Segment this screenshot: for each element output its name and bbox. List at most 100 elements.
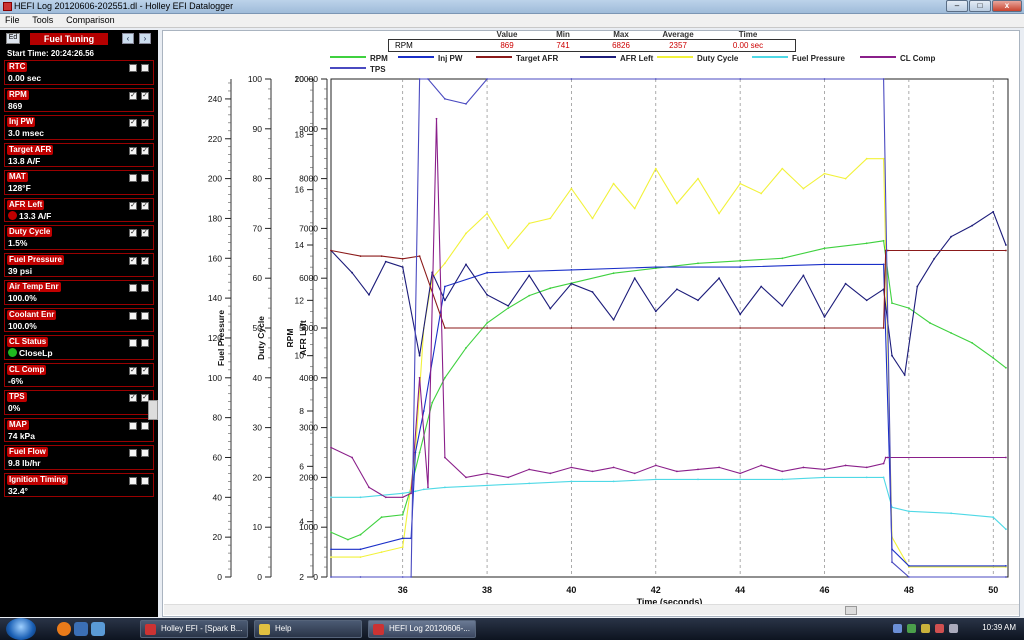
menu-file[interactable]: File bbox=[0, 14, 25, 25]
graph-checkbox[interactable] bbox=[141, 476, 149, 485]
task-hefi-log[interactable]: HEFI Log 20120606-... bbox=[368, 620, 476, 638]
param-cl-status[interactable]: CL Status CloseLp bbox=[4, 335, 154, 360]
display-checkbox[interactable] bbox=[129, 64, 137, 72]
display-checkbox[interactable]: ✓ bbox=[129, 146, 137, 155]
param-value: 74 kPa bbox=[8, 431, 35, 441]
display-checkbox[interactable]: ✓ bbox=[129, 394, 137, 402]
legend-item[interactable]: Target AFR bbox=[476, 54, 558, 65]
display-checkbox[interactable]: ✓ bbox=[129, 201, 137, 210]
data-point bbox=[908, 565, 910, 567]
param-rtc[interactable]: RTC 0.00 sec bbox=[4, 60, 154, 85]
param-air-temp-enr[interactable]: Air Temp Enr 100.0% bbox=[4, 280, 154, 305]
ie-icon[interactable] bbox=[74, 622, 88, 636]
graph-checkbox[interactable]: ✓ bbox=[141, 91, 149, 100]
volume-icon[interactable] bbox=[949, 624, 958, 633]
param-cl-comp[interactable]: CL Comp -6% ✓ ✓ bbox=[4, 362, 154, 387]
graph-checkbox[interactable] bbox=[141, 339, 149, 347]
display-checkbox[interactable] bbox=[129, 421, 137, 430]
y-tick-label: 0 bbox=[257, 572, 262, 582]
next-arrow-icon[interactable]: › bbox=[139, 33, 151, 44]
security-icon[interactable] bbox=[921, 624, 930, 633]
network-icon[interactable] bbox=[907, 624, 916, 633]
graph-checkbox[interactable] bbox=[141, 311, 149, 320]
param-inj-pw[interactable]: Inj PW 3.0 msec ✓ ✓ bbox=[4, 115, 154, 140]
horizontal-scrollbar[interactable] bbox=[164, 604, 1019, 615]
graph-checkbox[interactable]: ✓ bbox=[141, 146, 149, 155]
graph-checkbox[interactable]: ✓ bbox=[141, 366, 149, 375]
display-checkbox[interactable]: ✓ bbox=[129, 229, 137, 237]
graph-checkbox[interactable] bbox=[141, 284, 149, 292]
sidebar-scrollbar[interactable] bbox=[148, 400, 158, 420]
scroll-thumb[interactable] bbox=[845, 606, 857, 615]
param-duty-cycle[interactable]: Duty Cycle 1.5% ✓ ✓ bbox=[4, 225, 154, 250]
graph-checkbox[interactable] bbox=[141, 174, 149, 182]
display-checkbox[interactable] bbox=[129, 174, 137, 182]
graph-checkbox[interactable] bbox=[141, 64, 149, 72]
y-tick-label: 0 bbox=[313, 572, 318, 582]
task-holley-efi[interactable]: Holley EFI - [Spark B... bbox=[140, 620, 248, 638]
data-point bbox=[865, 299, 868, 302]
data-point bbox=[486, 322, 488, 324]
firefox-icon[interactable] bbox=[57, 622, 71, 636]
param-afr-left[interactable]: AFR Left 13.3 A/F ✓ ✓ bbox=[4, 197, 154, 222]
display-checkbox[interactable] bbox=[129, 476, 137, 485]
graph-checkbox[interactable] bbox=[141, 449, 149, 457]
param-target-afr[interactable]: Target AFR 13.8 A/F ✓ ✓ bbox=[4, 142, 154, 167]
legend-swatch bbox=[476, 56, 512, 58]
minimize-button[interactable]: – bbox=[946, 0, 968, 12]
menu-comparison[interactable]: Comparison bbox=[61, 14, 120, 25]
legend-item[interactable]: CL Comp bbox=[860, 54, 935, 65]
data-point bbox=[654, 266, 657, 268]
param-label: MAP bbox=[7, 419, 29, 430]
display-checkbox[interactable]: ✓ bbox=[129, 366, 137, 375]
display-checkbox[interactable] bbox=[129, 284, 137, 292]
param-value: 100.0% bbox=[8, 321, 37, 331]
graph-checkbox[interactable] bbox=[141, 421, 149, 430]
legend-item[interactable]: AFR Left bbox=[580, 54, 653, 65]
display-checkbox[interactable]: ✓ bbox=[129, 256, 137, 265]
y-tick-label: 0 bbox=[217, 572, 222, 582]
legend-swatch bbox=[580, 56, 616, 58]
close-button[interactable]: x bbox=[992, 0, 1022, 12]
legend-item[interactable]: Duty Cycle bbox=[657, 54, 738, 65]
param-fuel-pressure[interactable]: Fuel Pressure 39 psi ✓ ✓ bbox=[4, 252, 154, 277]
legend-item[interactable]: Fuel Pressure bbox=[752, 54, 845, 65]
start-orb-icon[interactable] bbox=[6, 618, 36, 640]
legend-swatch bbox=[860, 56, 896, 58]
param-mat[interactable]: MAT 128°F bbox=[4, 170, 154, 195]
y-tick-label: 14 bbox=[295, 240, 305, 250]
param-fuel-flow[interactable]: Fuel Flow 9.8 lb/hr bbox=[4, 445, 154, 470]
alert-icon[interactable] bbox=[935, 624, 944, 633]
legend-item[interactable]: Inj PW bbox=[398, 54, 462, 65]
datalog-chart[interactable]: 36 38 40 42 44 46 48 50Time (seconds)0204060801… bbox=[163, 31, 1021, 618]
graph-checkbox[interactable]: ✓ bbox=[141, 229, 149, 237]
display-checkbox[interactable] bbox=[129, 311, 137, 320]
tray-arrow-icon[interactable] bbox=[893, 624, 902, 633]
graph-checkbox[interactable]: ✓ bbox=[141, 119, 149, 127]
edit-button[interactable]: Ed bbox=[6, 33, 20, 44]
graph-checkbox[interactable]: ✓ bbox=[141, 201, 149, 210]
param-value: 32.4° bbox=[8, 486, 28, 496]
legend-item[interactable]: RPM bbox=[330, 54, 388, 65]
display-checkbox[interactable] bbox=[129, 339, 137, 347]
y-tick-label: 80 bbox=[213, 413, 223, 423]
task-help[interactable]: Help bbox=[254, 620, 362, 638]
param-coolant-enr[interactable]: Coolant Enr 100.0% bbox=[4, 307, 154, 332]
param-ignition-timing[interactable]: Ignition Timing 32.4° bbox=[4, 472, 154, 497]
param-value: 0% bbox=[8, 403, 20, 413]
display-checkbox[interactable]: ✓ bbox=[129, 91, 137, 100]
graph-checkbox[interactable]: ✓ bbox=[141, 256, 149, 265]
data-point bbox=[1005, 528, 1007, 531]
display-checkbox[interactable] bbox=[129, 449, 137, 457]
param-rpm[interactable]: RPM 869 ✓ ✓ bbox=[4, 87, 154, 112]
legend-item[interactable]: TPS bbox=[330, 65, 386, 76]
media-icon[interactable] bbox=[91, 622, 105, 636]
prev-arrow-icon[interactable]: ‹ bbox=[122, 33, 134, 44]
display-checkbox[interactable]: ✓ bbox=[129, 119, 137, 127]
menu-tools[interactable]: Tools bbox=[27, 14, 58, 25]
param-map[interactable]: MAP 74 kPa bbox=[4, 417, 154, 442]
param-tps[interactable]: TPS 0% ✓ ✓ bbox=[4, 390, 154, 415]
maximize-button[interactable]: □ bbox=[969, 0, 991, 12]
data-point bbox=[330, 548, 332, 551]
legend-label: Fuel Pressure bbox=[792, 54, 845, 63]
